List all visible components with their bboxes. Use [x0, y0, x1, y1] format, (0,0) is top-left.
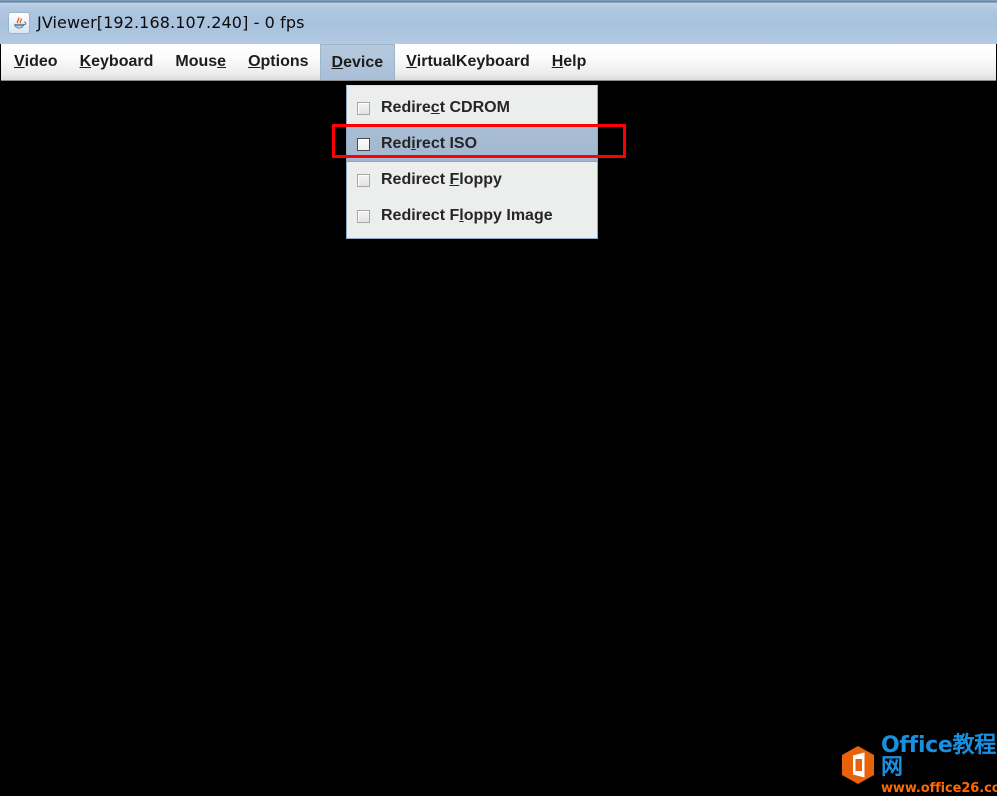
window-title: JViewer[192.168.107.240] - 0 fps: [37, 13, 305, 32]
menu-keyboard-post: eyboard: [91, 53, 154, 70]
menu-help[interactable]: Help: [541, 44, 598, 80]
menu-help-mnemonic: H: [551, 53, 564, 70]
checkbox-redirect-cdrom[interactable]: [357, 101, 370, 115]
label-redirect-floppy-image: Redirect Floppy Image: [381, 207, 553, 224]
menu-bar[interactable]: Video Keyboard Mous e Options Device Virt…: [1, 44, 996, 81]
menu-virtualkeyboard-post: irtualKeyboard: [416, 53, 530, 70]
menu-options[interactable]: Options: [237, 44, 319, 80]
device-dropdown-menu[interactable]: Redirect CDROM Redirect ISO Redirect Flo…: [346, 85, 598, 239]
watermark-url: www.office26.com: [881, 781, 997, 796]
menu-video[interactable]: Video: [3, 44, 69, 80]
menu-help-post: elp: [563, 53, 587, 70]
jviewer-window: JViewer[192.168.107.240] - 0 fps Video K…: [0, 0, 997, 795]
menu-item-redirect-iso[interactable]: Redirect ISO: [347, 126, 597, 162]
menu-device[interactable]: Device: [319, 44, 396, 80]
label-redirect-cdrom: Redirect CDROM: [381, 99, 510, 116]
menu-device-mnemonic: D: [331, 53, 344, 71]
menu-virtualkeyboard-mnemonic: V: [406, 53, 417, 70]
menu-item-redirect-cdrom[interactable]: Redirect CDROM: [347, 90, 597, 126]
menu-video-post: ideo: [24, 53, 58, 70]
menu-keyboard[interactable]: Keyboard: [69, 44, 165, 80]
menu-options-post: ptions: [260, 53, 309, 70]
menu-virtualkeyboard[interactable]: VirtualKeyboard: [395, 44, 541, 80]
checkbox-redirect-floppy[interactable]: [357, 173, 370, 187]
menu-options-mnemonic: O: [248, 53, 261, 70]
menu-mouse-pre: Mous: [175, 53, 218, 70]
menu-keyboard-mnemonic: K: [79, 53, 92, 70]
checkbox-redirect-floppy-image[interactable]: [357, 209, 370, 223]
label-redirect-iso: Redirect ISO: [381, 135, 478, 152]
office-hexagon-logo-icon: [842, 746, 874, 784]
menu-video-mnemonic: V: [14, 53, 25, 70]
menu-device-post: evice: [343, 53, 384, 71]
label-redirect-floppy: Redirect Floppy: [381, 171, 502, 188]
menu-mouse-mnemonic: e: [217, 53, 227, 70]
checkbox-redirect-iso[interactable]: [357, 137, 370, 151]
watermark: Office教程网 www.office26.com: [840, 735, 997, 795]
menu-item-redirect-floppy-image[interactable]: Redirect Floppy Image: [347, 198, 597, 234]
watermark-text: Office教程网 www.office26.com: [881, 733, 997, 796]
title-bar: JViewer[192.168.107.240] - 0 fps: [0, 0, 997, 44]
java-coffee-cup-icon: [8, 11, 30, 34]
menu-mouse[interactable]: Mous e: [164, 44, 237, 80]
menu-item-redirect-floppy[interactable]: Redirect Floppy: [347, 162, 597, 198]
watermark-title: Office教程网: [881, 733, 996, 780]
